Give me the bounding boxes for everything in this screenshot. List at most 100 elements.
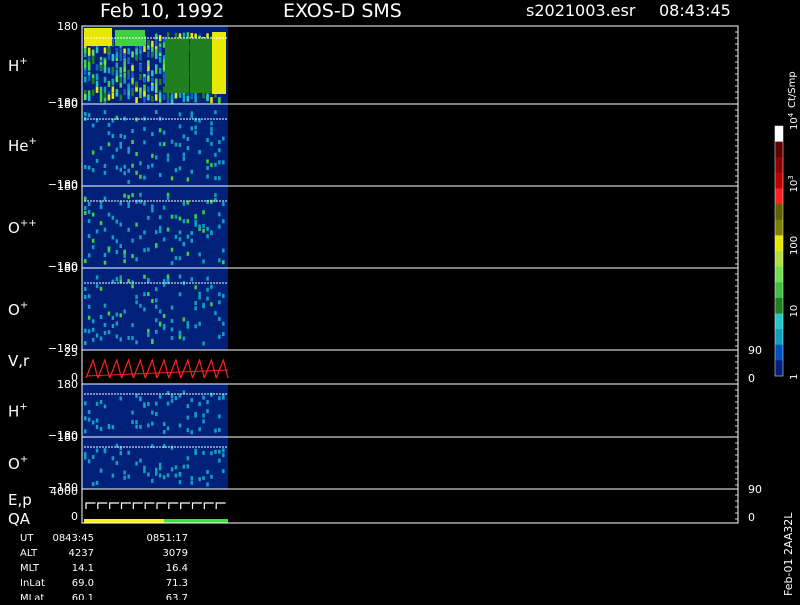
panel-2: 180−180O++ xyxy=(8,180,739,273)
heatmap-cell xyxy=(131,129,134,133)
heatmap-cell xyxy=(190,169,193,174)
heatmap-cell xyxy=(214,193,217,198)
colorbar-segment xyxy=(775,126,783,143)
heatmap-cell xyxy=(182,464,186,469)
heatmap-cell xyxy=(155,467,158,472)
heatmap-cell xyxy=(123,309,126,314)
heatmap-cell xyxy=(84,452,87,457)
ytick-label: 4000 xyxy=(50,485,78,498)
heatmap-cell xyxy=(198,150,201,155)
heatmap-cell xyxy=(95,47,99,54)
heatmap-cell xyxy=(143,46,146,52)
heatmap-cell xyxy=(95,401,99,406)
heatmap-cell xyxy=(174,396,178,401)
heatmap-cell xyxy=(87,209,91,214)
colorbar-label: 100 xyxy=(789,236,800,255)
heatmap-cell xyxy=(84,59,87,66)
heatmap-cell xyxy=(111,154,115,159)
ytick-label-right: 90 xyxy=(748,344,762,357)
heatmap-cell xyxy=(214,152,217,157)
orbit-value-1: 4237 xyxy=(69,548,94,559)
heatmap-cell xyxy=(119,167,122,172)
heatmap-cell xyxy=(166,227,170,232)
heatmap-cell xyxy=(170,93,174,100)
heatmap-cell xyxy=(158,173,162,177)
heatmap-cell xyxy=(103,449,107,454)
heatmap-cell xyxy=(210,131,213,136)
heatmap-cell xyxy=(131,336,134,341)
heatmap-cell xyxy=(198,224,201,229)
heatmap-cell xyxy=(103,59,107,66)
heatmap-cell xyxy=(158,462,162,467)
heatmap-cell xyxy=(127,57,130,64)
heatmap-cell xyxy=(222,260,225,265)
heatmap-cell xyxy=(107,330,111,335)
panel-fill xyxy=(82,268,228,350)
heatmap-cell xyxy=(210,163,213,168)
heatmap-cell xyxy=(87,113,91,118)
heatmap-cell xyxy=(147,423,150,428)
heatmap-cell xyxy=(91,123,95,128)
heatmap-cell xyxy=(158,394,162,399)
heatmap-cell xyxy=(170,176,174,181)
heatmap-cell xyxy=(131,193,134,198)
heatmap-cell xyxy=(84,401,87,406)
heatmap-cell xyxy=(194,92,197,99)
colorbar-segment xyxy=(775,172,783,189)
heatmap-cell xyxy=(111,66,115,73)
heatmap-cell xyxy=(127,335,130,340)
heatmap-cell xyxy=(210,284,213,289)
heatmap-cell xyxy=(178,335,182,340)
heatmap-cell xyxy=(147,39,150,46)
panels: 180−180H+180−180He+180−180O++180−180O+25… xyxy=(8,20,762,528)
ytick-label: 0 xyxy=(71,510,78,523)
heatmap-cell xyxy=(131,323,134,328)
heatmap-cell xyxy=(135,170,138,175)
heatmap-cell xyxy=(107,142,111,147)
heatmap-cell xyxy=(111,54,115,60)
heatmap-cell xyxy=(103,170,107,175)
heatmap-cell xyxy=(222,469,225,474)
orbit-value-2: 0851:17 xyxy=(146,533,188,544)
heatmap-cell xyxy=(182,317,186,322)
heatmap-cell xyxy=(84,28,112,46)
heatmap-cell xyxy=(218,258,221,263)
heatmap-cell xyxy=(158,466,162,471)
heatmap-cell xyxy=(214,176,217,181)
heatmap-cell xyxy=(135,81,138,88)
heatmap-cell xyxy=(155,412,158,416)
heatmap-cell xyxy=(84,165,87,169)
ylabel: O+ xyxy=(8,454,28,473)
heatmap-cell xyxy=(198,252,201,257)
heatmap-cell xyxy=(139,235,142,240)
colorbar-segment xyxy=(775,297,783,314)
heatmap-cell xyxy=(119,201,122,206)
ytick-label: 25 xyxy=(64,346,78,359)
heatmap-cell xyxy=(170,445,174,450)
heatmap-cell xyxy=(202,228,205,233)
heatmap-cell xyxy=(139,397,142,402)
heatmap-cell xyxy=(186,428,190,433)
heatmap-cell xyxy=(158,78,162,85)
heatmap-cell xyxy=(222,202,225,206)
heatmap-cell xyxy=(210,141,213,146)
heatmap-cell xyxy=(155,401,158,406)
heatmap-cell xyxy=(178,112,182,117)
heatmap-cell xyxy=(155,471,158,476)
heatmap-cell xyxy=(218,458,221,463)
heatmap-cell xyxy=(139,54,142,61)
heatmap-cell xyxy=(147,51,150,58)
heatmap-cell xyxy=(91,150,95,155)
heatmap-cell xyxy=(147,215,150,220)
heatmap-cell xyxy=(143,248,146,253)
heatmap-cell xyxy=(107,311,111,316)
heatmap-cell xyxy=(139,161,142,166)
heatmap-cell xyxy=(218,427,221,432)
heatmap-cell xyxy=(194,222,197,227)
heatmap-cell xyxy=(166,473,170,478)
heatmap-cell xyxy=(107,80,111,87)
heatmap-cell xyxy=(139,458,142,463)
ylabel: H+ xyxy=(8,402,28,421)
heatmap-cell xyxy=(139,424,142,429)
heatmap-cell xyxy=(198,401,201,406)
